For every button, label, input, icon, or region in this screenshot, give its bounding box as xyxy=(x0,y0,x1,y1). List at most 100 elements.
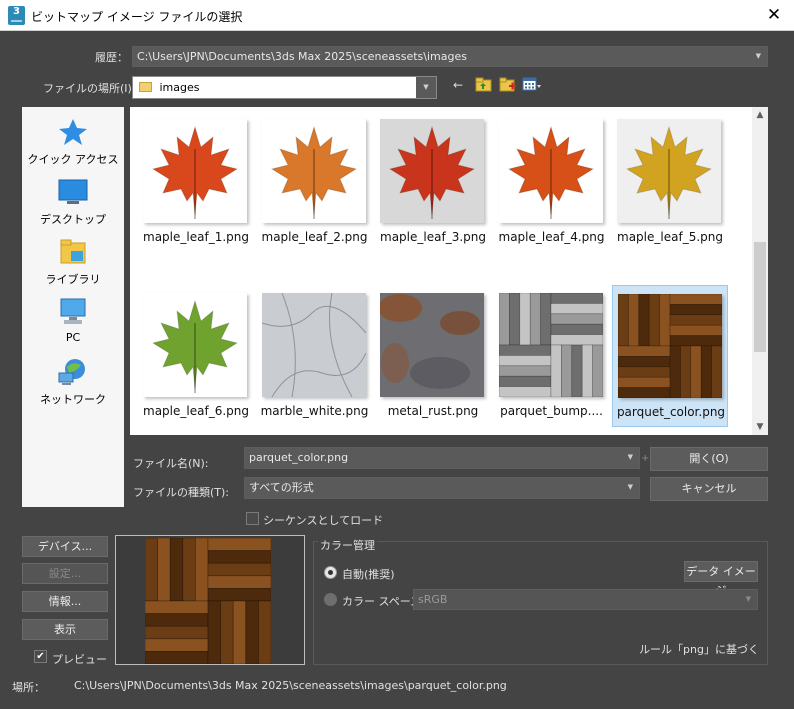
setup-button[interactable]: 設定... xyxy=(22,563,108,584)
lookin-combo[interactable]: images ▼ xyxy=(132,76,437,99)
color-management-title: カラー管理 xyxy=(318,537,377,553)
lookin-label: ファイルの場所(I): xyxy=(43,82,136,95)
file-thumbnail xyxy=(617,293,723,399)
sequence-checkbox[interactable] xyxy=(246,512,259,525)
file-name: metal_rust.png xyxy=(387,404,479,418)
preview-image xyxy=(145,538,271,664)
file-name: maple_leaf_4.png xyxy=(498,230,605,244)
file-thumbnail xyxy=(498,292,603,398)
file-tile[interactable]: maple_leaf_1.png xyxy=(138,111,254,253)
file-tile[interactable]: maple_leaf_6.png xyxy=(138,285,254,427)
scrollbar-thumb[interactable] xyxy=(754,242,766,352)
file-name: maple_leaf_6.png xyxy=(143,404,249,418)
colorspace-combo[interactable]: sRGB ▼ xyxy=(413,589,758,610)
lookin-dropdown[interactable]: ▼ xyxy=(416,77,436,98)
file-name: marble_white.png xyxy=(260,404,369,418)
network-icon xyxy=(53,357,93,387)
view-button[interactable]: 表示 xyxy=(22,619,108,640)
color-management-group: カラー管理 自動(推奨) データ イメージ カラー スペース: sRGB ▼ ル… xyxy=(313,537,768,665)
chevron-down-icon[interactable]: ▼ xyxy=(628,448,633,467)
place-desktop[interactable]: デスクトップ xyxy=(22,177,124,227)
chevron-down-icon[interactable]: ▼ xyxy=(628,478,633,497)
file-thumbnail xyxy=(617,119,721,223)
auto-label: 自動(推奨) xyxy=(342,568,395,581)
filetype-combo[interactable]: すべての形式 ▼ xyxy=(244,477,640,499)
scroll-up-icon[interactable]: ▲ xyxy=(752,107,768,123)
back-arrow-icon[interactable]: ← xyxy=(453,78,467,92)
file-thumbnail xyxy=(261,292,366,398)
lookin-value: images xyxy=(159,81,200,94)
preview-panel xyxy=(115,535,305,665)
colorspace-radio[interactable] xyxy=(324,593,337,606)
file-tile[interactable]: maple_leaf_2.png xyxy=(257,111,373,253)
file-thumbnail xyxy=(380,119,484,223)
file-tile[interactable]: maple_leaf_4.png xyxy=(494,111,610,253)
history-value: C:\Users\JPN\Documents\3ds Max 2025\scen… xyxy=(137,50,467,63)
scroll-down-icon[interactable]: ▼ xyxy=(752,419,768,435)
filename-label: ファイル名(N): xyxy=(133,457,209,470)
data-image-button[interactable]: データ イメージ xyxy=(684,561,758,597)
place-label: クイック アクセス xyxy=(27,153,119,166)
preview-label: プレビュー xyxy=(52,653,107,666)
computer-icon xyxy=(53,297,93,327)
location-value: C:\Users\JPN\Documents\3ds Max 2025\scen… xyxy=(74,679,507,692)
place-quick-access[interactable]: クイック アクセス xyxy=(22,117,124,167)
desktop-icon xyxy=(53,177,93,207)
view-menu-icon[interactable] xyxy=(522,76,542,92)
place-label: ネットワーク xyxy=(40,393,106,406)
filetype-value: すべての形式 xyxy=(249,481,314,494)
colorspace-value: sRGB xyxy=(418,593,448,606)
history-combo[interactable]: C:\Users\JPN\Documents\3ds Max 2025\scen… xyxy=(132,46,768,67)
chevron-down-icon[interactable]: ▼ xyxy=(746,590,751,609)
place-label: ライブラリ xyxy=(45,273,101,286)
devices-button[interactable]: デバイス... xyxy=(22,536,108,557)
file-tile[interactable]: maple_leaf_3.png xyxy=(375,111,491,253)
star-icon xyxy=(53,117,93,147)
file-name: maple_leaf_3.png xyxy=(380,230,486,244)
new-folder-icon[interactable] xyxy=(499,76,517,92)
close-button[interactable]: ✕ xyxy=(762,3,786,27)
file-thumbnail xyxy=(143,293,247,397)
file-name: maple_leaf_2.png xyxy=(261,230,368,244)
open-button[interactable]: 開く(O) xyxy=(650,447,768,471)
info-button[interactable]: 情報... xyxy=(22,591,108,612)
place-pc[interactable]: PC xyxy=(22,297,124,344)
file-thumbnail xyxy=(378,293,484,397)
file-thumbnail xyxy=(498,119,603,223)
check-icon: ✔ xyxy=(36,651,45,662)
file-thumbnail xyxy=(261,119,366,223)
vertical-scrollbar[interactable]: ▲ ▼ xyxy=(752,107,768,435)
app-icon-text: 3 xyxy=(13,6,20,17)
file-tile[interactable]: marble_white.png xyxy=(257,285,373,427)
preview-checkbox[interactable]: ✔ xyxy=(34,650,47,663)
app-icon: 3 xyxy=(8,6,25,25)
plus-icon: + xyxy=(641,453,650,464)
file-tile[interactable]: metal_rust.png xyxy=(375,285,491,427)
filetype-label: ファイルの種類(T): xyxy=(133,486,230,499)
filename-field[interactable]: parquet_color.png ▼ xyxy=(244,447,640,469)
up-folder-icon[interactable] xyxy=(475,76,493,92)
place-network[interactable]: ネットワーク xyxy=(22,357,124,407)
close-icon[interactable]: ✕ xyxy=(767,5,781,25)
auto-radio[interactable] xyxy=(324,566,337,579)
library-icon xyxy=(53,237,93,267)
file-name: parquet_bump.... xyxy=(500,404,603,418)
history-label: 履歴： xyxy=(95,51,128,64)
chevron-down-icon[interactable]: ▼ xyxy=(756,47,761,66)
rule-text: ルール「png」に基づく xyxy=(639,643,759,656)
place-library[interactable]: ライブラリ xyxy=(22,237,124,287)
file-list[interactable]: maple_leaf_1.png maple_leaf_2.png maple_le… xyxy=(130,107,768,435)
file-tile[interactable]: parquet_color.png xyxy=(612,285,728,427)
cancel-button[interactable]: キャンセル xyxy=(650,477,768,501)
folder-icon xyxy=(139,82,152,92)
filename-value: parquet_color.png xyxy=(249,451,349,464)
file-name: parquet_color.png xyxy=(616,405,726,419)
file-name: maple_leaf_5.png xyxy=(617,230,723,244)
file-name: maple_leaf_1.png xyxy=(143,230,249,244)
sequence-label: シーケンスとしてロード xyxy=(263,514,384,527)
file-tile[interactable]: maple_leaf_5.png xyxy=(612,111,728,253)
place-label: デスクトップ xyxy=(40,213,106,226)
window-title: ビットマップ イメージ ファイルの選択 xyxy=(31,10,243,24)
location-label: 場所： xyxy=(12,681,45,694)
file-tile[interactable]: parquet_bump.... xyxy=(494,285,610,427)
